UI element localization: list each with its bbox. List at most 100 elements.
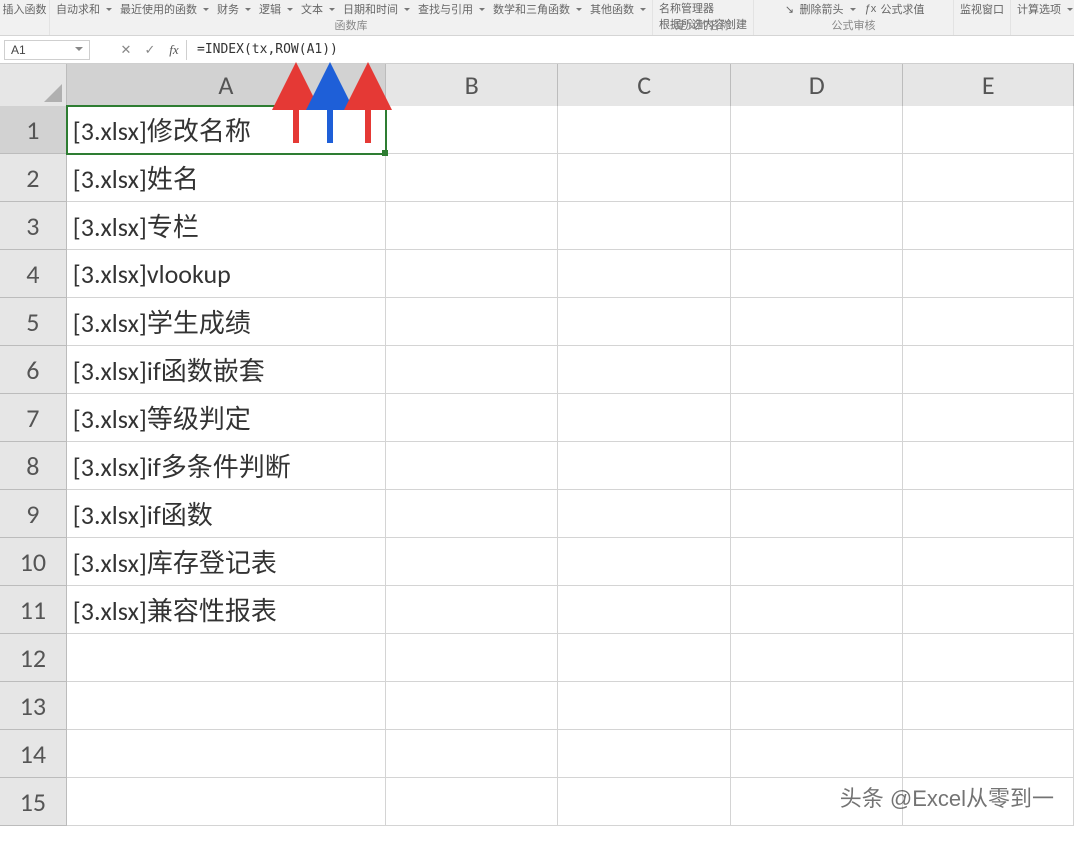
cell-A14[interactable]: [67, 730, 386, 778]
ribbon-financial[interactable]: 财务: [215, 1, 253, 17]
cell-B14[interactable]: [386, 730, 559, 778]
cell-E6[interactable]: [903, 346, 1074, 394]
cell-A9[interactable]: [3.xlsx]if函数: [67, 490, 386, 538]
row-header-8[interactable]: 8: [0, 442, 67, 490]
cell-D10[interactable]: [731, 538, 904, 586]
ribbon-logical[interactable]: 逻辑: [257, 1, 295, 17]
ribbon-remove-arrows[interactable]: ↘删除箭头: [781, 1, 858, 17]
ribbon-calc-options[interactable]: 计算选项: [1015, 1, 1074, 17]
cell-E2[interactable]: [903, 154, 1074, 202]
cell-D1[interactable]: [731, 106, 904, 154]
cell-E14[interactable]: [903, 730, 1074, 778]
cell-D3[interactable]: [731, 202, 904, 250]
ribbon-evaluate-formula[interactable]: ƒx公式求值: [862, 1, 927, 17]
cell-A7[interactable]: [3.xlsx]等级判定: [67, 394, 386, 442]
cell-E8[interactable]: [903, 442, 1074, 490]
row-header-9[interactable]: 9: [0, 490, 67, 538]
cell-A15[interactable]: [67, 778, 386, 826]
name-box[interactable]: A1: [4, 40, 90, 60]
row-header-1[interactable]: 1: [0, 106, 67, 154]
cell-B15[interactable]: [386, 778, 559, 826]
cell-C4[interactable]: [558, 250, 731, 298]
row-header-5[interactable]: 5: [0, 298, 67, 346]
cell-E10[interactable]: [903, 538, 1074, 586]
select-all-corner[interactable]: [0, 64, 67, 106]
cell-D14[interactable]: [731, 730, 904, 778]
cell-C12[interactable]: [558, 634, 731, 682]
column-header-B[interactable]: B: [386, 64, 559, 106]
cell-D2[interactable]: [731, 154, 904, 202]
cell-C3[interactable]: [558, 202, 731, 250]
cell-E4[interactable]: [903, 250, 1074, 298]
cell-D7[interactable]: [731, 394, 904, 442]
cell-A13[interactable]: [67, 682, 386, 730]
cell-A3[interactable]: [3.xlsx]专栏: [67, 202, 386, 250]
cell-B13[interactable]: [386, 682, 559, 730]
cell-C5[interactable]: [558, 298, 731, 346]
cell-D13[interactable]: [731, 682, 904, 730]
ribbon-math[interactable]: 数学和三角函数: [491, 1, 584, 17]
ribbon-other[interactable]: 其他函数: [588, 1, 648, 17]
cell-A1[interactable]: [3.xlsx]修改名称: [67, 106, 386, 154]
cell-D12[interactable]: [731, 634, 904, 682]
cell-D11[interactable]: [731, 586, 904, 634]
cell-C10[interactable]: [558, 538, 731, 586]
cell-A4[interactable]: [3.xlsx]vlookup: [67, 250, 386, 298]
row-header-15[interactable]: 15: [0, 778, 67, 826]
cell-D15[interactable]: [731, 778, 904, 826]
cell-B9[interactable]: [386, 490, 559, 538]
cell-B4[interactable]: [386, 250, 559, 298]
ribbon-insert-function[interactable]: 插入函数: [1, 1, 49, 17]
row-header-3[interactable]: 3: [0, 202, 67, 250]
ribbon-autosum[interactable]: 自动求和: [54, 1, 114, 17]
cell-C8[interactable]: [558, 442, 731, 490]
ribbon-watch-window[interactable]: 监视窗口: [958, 1, 1006, 17]
column-header-C[interactable]: C: [558, 64, 731, 106]
ribbon-text[interactable]: 文本: [299, 1, 337, 17]
row-header-4[interactable]: 4: [0, 250, 67, 298]
cell-A8[interactable]: [3.xlsx]if多条件判断: [67, 442, 386, 490]
ribbon-lookup[interactable]: 查找与引用: [416, 1, 487, 17]
cell-E3[interactable]: [903, 202, 1074, 250]
cell-A11[interactable]: [3.xlsx]兼容性报表: [67, 586, 386, 634]
cell-A10[interactable]: [3.xlsx]库存登记表: [67, 538, 386, 586]
cell-D5[interactable]: [731, 298, 904, 346]
cell-C2[interactable]: [558, 154, 731, 202]
cell-E7[interactable]: [903, 394, 1074, 442]
column-header-D[interactable]: D: [731, 64, 904, 106]
cell-E11[interactable]: [903, 586, 1074, 634]
cell-B5[interactable]: [386, 298, 559, 346]
ribbon-recent[interactable]: 最近使用的函数: [118, 1, 211, 17]
cell-E1[interactable]: [903, 106, 1074, 154]
row-header-10[interactable]: 10: [0, 538, 67, 586]
cell-A12[interactable]: [67, 634, 386, 682]
cell-B3[interactable]: [386, 202, 559, 250]
cell-E13[interactable]: [903, 682, 1074, 730]
column-header-E[interactable]: E: [903, 64, 1074, 106]
cell-C6[interactable]: [558, 346, 731, 394]
row-header-12[interactable]: 12: [0, 634, 67, 682]
cell-E5[interactable]: [903, 298, 1074, 346]
ribbon-name-manager[interactable]: 名称管理器: [657, 0, 716, 16]
row-header-2[interactable]: 2: [0, 154, 67, 202]
name-box-dropdown-icon[interactable]: [75, 47, 83, 55]
formula-input[interactable]: [186, 40, 1074, 60]
cell-B7[interactable]: [386, 394, 559, 442]
column-header-A[interactable]: A: [67, 64, 386, 106]
ribbon-datetime[interactable]: 日期和时间: [341, 1, 412, 17]
cell-C1[interactable]: [558, 106, 731, 154]
enter-button[interactable]: ✓: [138, 40, 162, 60]
row-header-7[interactable]: 7: [0, 394, 67, 442]
cell-D9[interactable]: [731, 490, 904, 538]
cell-B2[interactable]: [386, 154, 559, 202]
cell-B6[interactable]: [386, 346, 559, 394]
insert-function-button[interactable]: fx: [162, 40, 186, 60]
cell-D8[interactable]: [731, 442, 904, 490]
cell-C13[interactable]: [558, 682, 731, 730]
cell-C15[interactable]: [558, 778, 731, 826]
cell-C7[interactable]: [558, 394, 731, 442]
cell-E15[interactable]: [903, 778, 1074, 826]
cell-B12[interactable]: [386, 634, 559, 682]
cell-B1[interactable]: [386, 106, 559, 154]
cell-D6[interactable]: [731, 346, 904, 394]
